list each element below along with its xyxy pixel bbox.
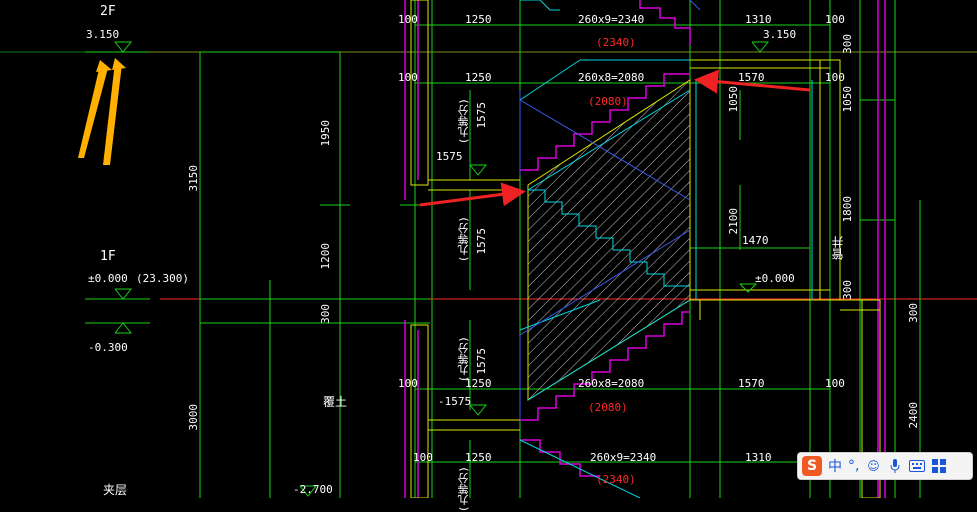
dim-1310-a: 1310 xyxy=(745,13,772,26)
dim-1310-b: 1310 xyxy=(745,451,772,464)
dim-100-a: 100 xyxy=(398,13,418,26)
dim-2400-vertical: 2400 xyxy=(907,402,920,429)
nine-equal-b: (九等分) xyxy=(457,216,470,263)
elevation-000-b: ±0.000 xyxy=(755,272,795,285)
floor-2f-label: 2F xyxy=(100,4,116,19)
dim-1050-a: 1050 xyxy=(727,86,740,113)
dim-1250-a: 1250 xyxy=(465,13,492,26)
keyboard-icon[interactable] xyxy=(909,459,926,473)
pipe-well-label: 管井 xyxy=(831,236,845,260)
dim-1950-vertical: 1950 xyxy=(319,120,332,147)
nine-equal-d: (九等分) xyxy=(457,466,470,512)
dim-260x9-b: 260x9=2340 xyxy=(590,451,657,464)
dim-1570-b: 1570 xyxy=(738,377,765,390)
dim-100-top-right: 100 xyxy=(825,13,845,26)
dim-1250-b: 1250 xyxy=(465,71,492,84)
dim-100-d: 100 xyxy=(413,451,433,464)
dim-1200-vertical: 1200 xyxy=(319,243,332,270)
dim-300-right-c: 300 xyxy=(907,303,920,323)
dim-1570-a: 1570 xyxy=(738,71,765,84)
dim-260x8-a: 260x8=2080 xyxy=(578,71,645,84)
dim-300-right-b: 300 xyxy=(841,280,854,300)
dim-1575-vertical-c: 1575 xyxy=(475,348,488,375)
dim-1250-c: 1250 xyxy=(465,377,492,390)
ime-punctuation-toggle[interactable]: °, xyxy=(848,458,859,474)
dim-1250-d: 1250 xyxy=(465,451,492,464)
ime-logo-icon[interactable]: S xyxy=(802,456,822,476)
stair-section-hatch xyxy=(527,79,691,401)
ime-language-toggle[interactable]: 中 xyxy=(828,456,842,476)
dim-2340-red-a: (2340) xyxy=(596,36,636,49)
dim-100-mid-right: 100 xyxy=(825,71,845,84)
dim-3000-vertical: 3000 xyxy=(187,404,200,431)
dim-2340-red-b: (2340) xyxy=(596,473,636,486)
dim-100-b: 100 xyxy=(398,71,418,84)
dim-260x9-a: 260x9=2340 xyxy=(578,13,645,26)
dim-300-right-a: 300 xyxy=(841,34,854,54)
mic-icon[interactable] xyxy=(887,459,903,473)
dim-1800-vertical: 1800 xyxy=(841,196,854,223)
dim-1575-vertical-a: 1575 xyxy=(475,102,488,129)
dim-3150-vertical: 3150 xyxy=(187,165,200,192)
dim-2080-red-a: (2080) xyxy=(588,95,628,108)
grid-icon[interactable] xyxy=(931,459,947,473)
elevation-23300-label: (23.300) xyxy=(136,272,189,285)
dim-100-right: 100 xyxy=(825,377,845,390)
dim-300-vertical: 300 xyxy=(319,304,332,324)
elevation-3150-right: 3.150 xyxy=(763,28,797,41)
floor-1f-label: 1F xyxy=(100,249,116,264)
dim-1575-horizontal: 1575 xyxy=(436,150,463,163)
dim-260x8-b: 260x8=2080 xyxy=(578,377,645,390)
dim-100-c: 100 xyxy=(398,377,418,390)
basement-label: 夹层 xyxy=(103,483,128,497)
dim-1575-vertical-b: 1575 xyxy=(475,228,488,255)
dim-1470: 1470 xyxy=(742,234,769,247)
smile-icon[interactable]: ☺ xyxy=(865,459,881,473)
dim-2080-red-b: (2080) xyxy=(588,401,628,414)
dim-2100-vertical: 2100 xyxy=(727,208,740,235)
elevation-m2700-label: -2.700 xyxy=(293,483,333,496)
dim-m1575: -1575 xyxy=(438,395,472,408)
backfill-label: 覆土 xyxy=(323,395,348,409)
dim-1050-b: 1050 xyxy=(841,86,854,113)
elevation-3150-label: 3.150 xyxy=(86,28,120,41)
elevation-000-label: ±0.000 xyxy=(88,272,128,285)
orange-pointer-arrows xyxy=(78,58,126,165)
ime-toolbar[interactable]: S 中 °, ☺ xyxy=(797,452,973,480)
nine-equal-c: (九等分) xyxy=(457,336,470,383)
nine-equal-a: (九等分) xyxy=(457,98,470,145)
elevation-m0300-label: -0.300 xyxy=(88,341,128,354)
